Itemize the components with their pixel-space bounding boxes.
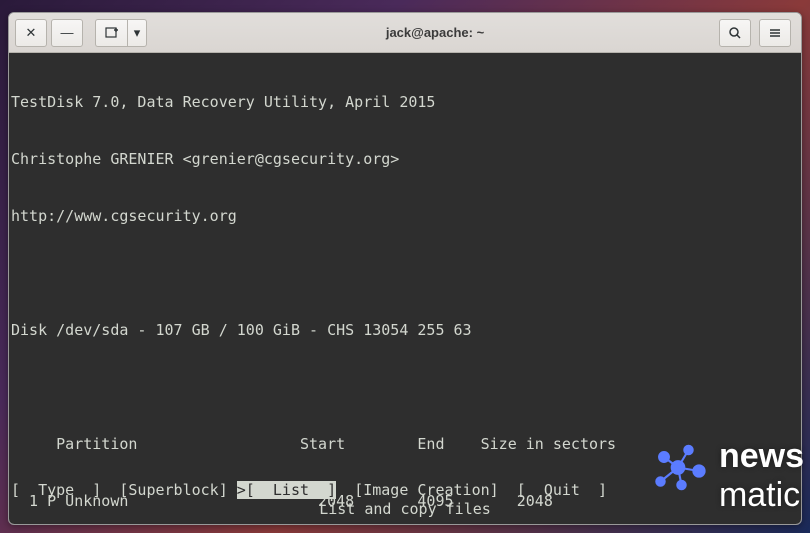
term-blank-line [9, 264, 801, 283]
search-icon [728, 26, 742, 40]
term-disk-line: Disk /dev/sda - 107 GB / 100 GiB - CHS 1… [9, 321, 801, 340]
search-button[interactable] [719, 19, 751, 47]
term-table-header: Partition Start End Size in sectors [9, 435, 801, 454]
hamburger-menu-button[interactable] [759, 19, 791, 47]
titlebar: ✕ — ▾ jack@apache: ~ [9, 13, 801, 53]
terminal-window: ✕ — ▾ jack@apache: ~ [8, 12, 802, 525]
minimize-button[interactable]: — [51, 19, 83, 47]
menu-item-superblock[interactable]: [Superblock] [119, 481, 227, 499]
term-header-line: http://www.cgsecurity.org [9, 207, 801, 226]
menu-row: [ Type ] [Superblock] >[ List ] [Image C… [9, 481, 801, 500]
menu-hint: List and copy files [9, 500, 801, 519]
window-title: jack@apache: ~ [151, 25, 719, 40]
newtab-group: ▾ [95, 19, 151, 47]
new-tab-button[interactable] [95, 19, 127, 47]
terminal-body[interactable]: TestDisk 7.0, Data Recovery Utility, Apr… [9, 53, 801, 524]
menu-item-type[interactable]: [ Type ] [11, 481, 101, 499]
newtab-dropdown-button[interactable]: ▾ [127, 19, 147, 47]
term-header-line: Christophe GRENIER <grenier@cgsecurity.o… [9, 150, 801, 169]
term-blank-line [9, 378, 801, 397]
new-tab-icon [105, 26, 119, 40]
close-button[interactable]: ✕ [15, 19, 47, 47]
menu-item-image-creation[interactable]: [Image Creation] [354, 481, 499, 499]
menu-item-list-selected[interactable]: >[ List ] [237, 481, 336, 499]
menu-icon [768, 26, 782, 40]
term-header-line: TestDisk 7.0, Data Recovery Utility, Apr… [9, 93, 801, 112]
menu-item-quit[interactable]: [ Quit ] [517, 481, 607, 499]
